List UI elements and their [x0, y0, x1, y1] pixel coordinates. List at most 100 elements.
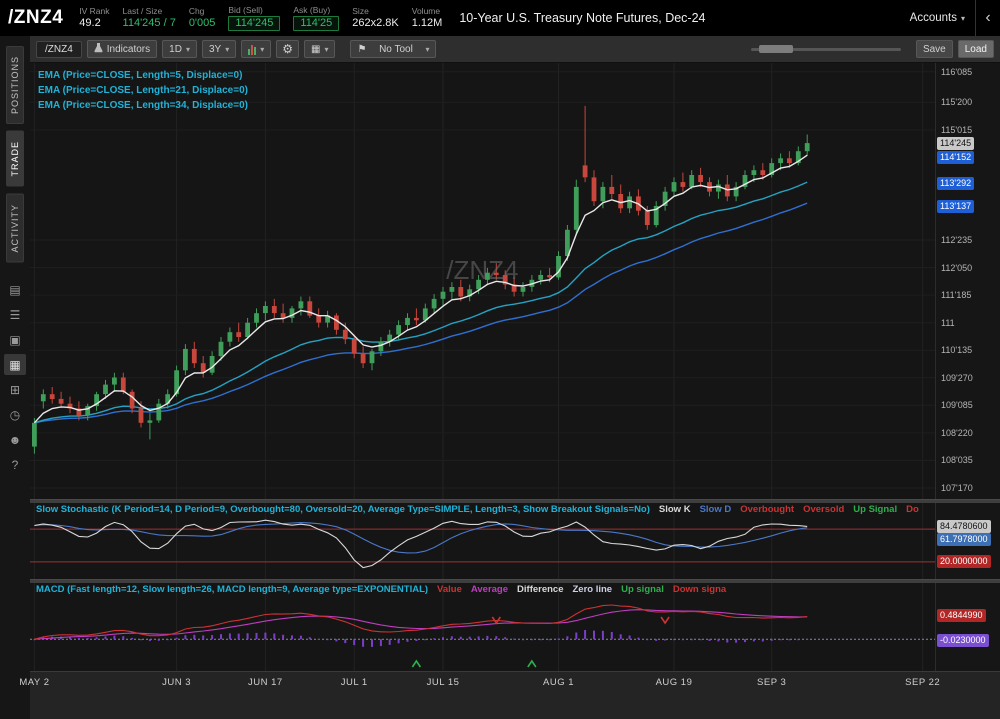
- symbol-watermark: /ZNZ4: [446, 255, 518, 286]
- axis-value-bubble: 114'245: [937, 137, 974, 150]
- range-dropdown[interactable]: 3Y▾: [202, 40, 236, 58]
- stochastic-label-row: Slow Stochastic (K Period=14, D Period=9…: [36, 504, 933, 515]
- axis-value-bubble: 20.0000000: [937, 555, 991, 568]
- macd-study-label: MACD (Fast length=12, Slow length=26, MA…: [36, 584, 428, 595]
- chart-icon[interactable]: ▦: [4, 354, 26, 375]
- sidebar-tab-trade[interactable]: TRADE: [6, 131, 24, 187]
- indicators-label: Indicators: [107, 44, 150, 55]
- grid-layout-icon[interactable]: ⊞: [4, 379, 26, 400]
- grid-icon: ▦: [311, 44, 320, 55]
- stochastic-axis[interactable]: 84.478060061.797800020.0000000: [935, 503, 1000, 579]
- macd-legend-difference: Difference: [517, 584, 563, 595]
- price-axis-label: 108'220: [941, 428, 973, 438]
- price-axis-label: 111: [941, 318, 955, 328]
- price-axis-label: 109'270: [941, 373, 973, 383]
- price-axis-label: 108'035: [941, 455, 973, 465]
- chevron-down-icon: ▾: [961, 14, 965, 23]
- orders-box-icon[interactable]: ▣: [4, 329, 26, 350]
- field-label: Last / Size: [123, 6, 176, 17]
- history-clock-icon[interactable]: ◷: [4, 404, 26, 425]
- quote-field-volume: Volume1.12M: [412, 6, 443, 30]
- watchlist-icon[interactable]: ☰: [4, 304, 26, 325]
- quote-header: /ZNZ4 IV Rank49.2Last / Size114'245 / 7C…: [0, 0, 1000, 36]
- field-label: IV Rank: [79, 6, 109, 17]
- timeframe-dropdown[interactable]: 1D ▾: [162, 40, 197, 58]
- macd-legend-value: Value: [437, 584, 462, 595]
- time-axis-label: JUL 15: [427, 677, 460, 688]
- contacts-icon[interactable]: ☻: [4, 429, 26, 450]
- drawing-tool-dropdown[interactable]: ⚑ No Tool ▾: [350, 40, 436, 58]
- chevron-down-icon: ▾: [425, 45, 429, 54]
- price-axis[interactable]: 116'085115'200115'015112'235112'050111'1…: [935, 63, 1000, 499]
- stoch-legend-do: Do: [906, 504, 919, 515]
- quote-field-ask-buy: Ask (Buy)114'25: [293, 5, 339, 31]
- collapse-panel-button[interactable]: ‹: [975, 0, 1000, 36]
- help-icon[interactable]: ?: [4, 454, 26, 475]
- field-value: 114'245 / 7: [123, 17, 176, 30]
- load-button[interactable]: Load: [958, 40, 994, 58]
- save-button[interactable]: Save: [916, 40, 953, 58]
- time-zoom-slider[interactable]: [751, 43, 901, 55]
- tool-value: No Tool: [379, 44, 413, 55]
- field-label: Size: [352, 6, 398, 17]
- monitor-icon[interactable]: ▤: [4, 279, 26, 300]
- accounts-label: Accounts: [910, 12, 957, 24]
- field-value: 0'005: [189, 17, 216, 30]
- ema5-label: EMA (Price=CLOSE, Length=5, Displace=0): [38, 68, 248, 83]
- time-axis-label: MAY 2: [19, 677, 49, 688]
- macd-legend-up-signal: Up signal: [621, 584, 664, 595]
- indicators-button[interactable]: Indicators: [87, 40, 157, 58]
- stochastic-study-label: Slow Stochastic (K Period=14, D Period=9…: [36, 504, 650, 515]
- quote-field-last-size: Last / Size114'245 / 7: [123, 6, 176, 30]
- field-label: Bid (Sell): [228, 5, 280, 16]
- chart-style-dropdown[interactable]: ▾: [241, 40, 271, 58]
- stoch-legend-slow-k: Slow K: [659, 504, 691, 515]
- flag-icon: ⚑: [357, 44, 366, 55]
- layout-grid-dropdown[interactable]: ▦▾: [304, 40, 335, 58]
- chevron-down-icon: ▾: [186, 45, 190, 54]
- axis-value-bubble: 113'137: [937, 200, 974, 213]
- ema34-label: EMA (Price=CLOSE, Length=34, Displace=0): [38, 98, 248, 113]
- macd-legend-down-signa: Down signa: [673, 584, 726, 595]
- range-value: 3Y: [209, 44, 221, 55]
- accounts-dropdown[interactable]: Accounts ▾: [900, 12, 975, 24]
- sidebar-tab-activity[interactable]: ACTIVITY: [6, 194, 24, 263]
- macd-chart[interactable]: MACD (Fast length=12, Slow length=26, MA…: [30, 583, 935, 671]
- field-value[interactable]: 114'25: [293, 16, 339, 31]
- price-axis-label: 111'185: [941, 290, 971, 300]
- field-label: Chg: [189, 6, 216, 17]
- axis-value-bubble: 84.4780600: [937, 520, 991, 533]
- macd-legend: ValueAverageDifferenceZero lineUp signal…: [437, 584, 726, 595]
- time-axis[interactable]: MAY 2JUN 3JUN 17JUL 1JUL 15AUG 1AUG 19SE…: [30, 671, 1000, 719]
- time-axis-label: SEP 3: [757, 677, 786, 688]
- quote-field-bid-sell: Bid (Sell)114'245: [228, 5, 280, 31]
- stochastic-chart[interactable]: Slow Stochastic (K Period=14, D Period=9…: [30, 503, 935, 579]
- macd-pane: MACD (Fast length=12, Slow length=26, MA…: [30, 583, 1000, 671]
- chart-symbol-tab[interactable]: /ZNZ4: [36, 41, 82, 58]
- field-label: Volume: [412, 6, 443, 17]
- quote-fields: IV Rank49.2Last / Size114'245 / 7Chg0'00…: [79, 0, 455, 36]
- price-chart[interactable]: EMA (Price=CLOSE, Length=5, Displace=0) …: [30, 63, 935, 499]
- slider-handle[interactable]: [759, 45, 793, 53]
- chevron-down-icon: ▾: [260, 45, 264, 54]
- axis-value-bubble: 0.4844990: [937, 609, 986, 622]
- price-axis-label: 116'085: [941, 67, 972, 77]
- time-axis-label: JUN 17: [248, 677, 283, 688]
- ema-legend: EMA (Price=CLOSE, Length=5, Displace=0) …: [38, 68, 248, 113]
- timeframe-value: 1D: [169, 44, 182, 55]
- price-axis-label: 112'050: [941, 263, 972, 273]
- stoch-legend-oversold: Oversold: [803, 504, 844, 515]
- sidebar-tab-positions[interactable]: POSITIONS: [6, 46, 24, 124]
- field-label: Ask (Buy): [293, 5, 339, 16]
- stoch-legend-slow-d: Slow D: [700, 504, 732, 515]
- stochastic-legend: Slow KSlow DOverboughtOversoldUp SignalD…: [659, 504, 919, 515]
- field-value[interactable]: 114'245: [228, 16, 280, 31]
- left-sidebar: POSITIONS TRADE ACTIVITY ▤ ☰ ▣ ▦ ⊞ ◷ ☻?: [0, 36, 30, 719]
- trading-app-window: /ZNZ4 IV Rank49.2Last / Size114'245 / 7C…: [0, 0, 1000, 719]
- ema21-label: EMA (Price=CLOSE, Length=21, Displace=0): [38, 83, 248, 98]
- macd-axis[interactable]: 0.4844990-0.0230000: [935, 583, 1000, 671]
- macd-legend-zero-line: Zero line: [573, 584, 613, 595]
- settings-gear-button[interactable]: ⚙: [276, 40, 299, 58]
- contract-title: 10-Year U.S. Treasury Note Futures, Dec-…: [459, 11, 705, 25]
- field-value: 1.12M: [412, 17, 443, 30]
